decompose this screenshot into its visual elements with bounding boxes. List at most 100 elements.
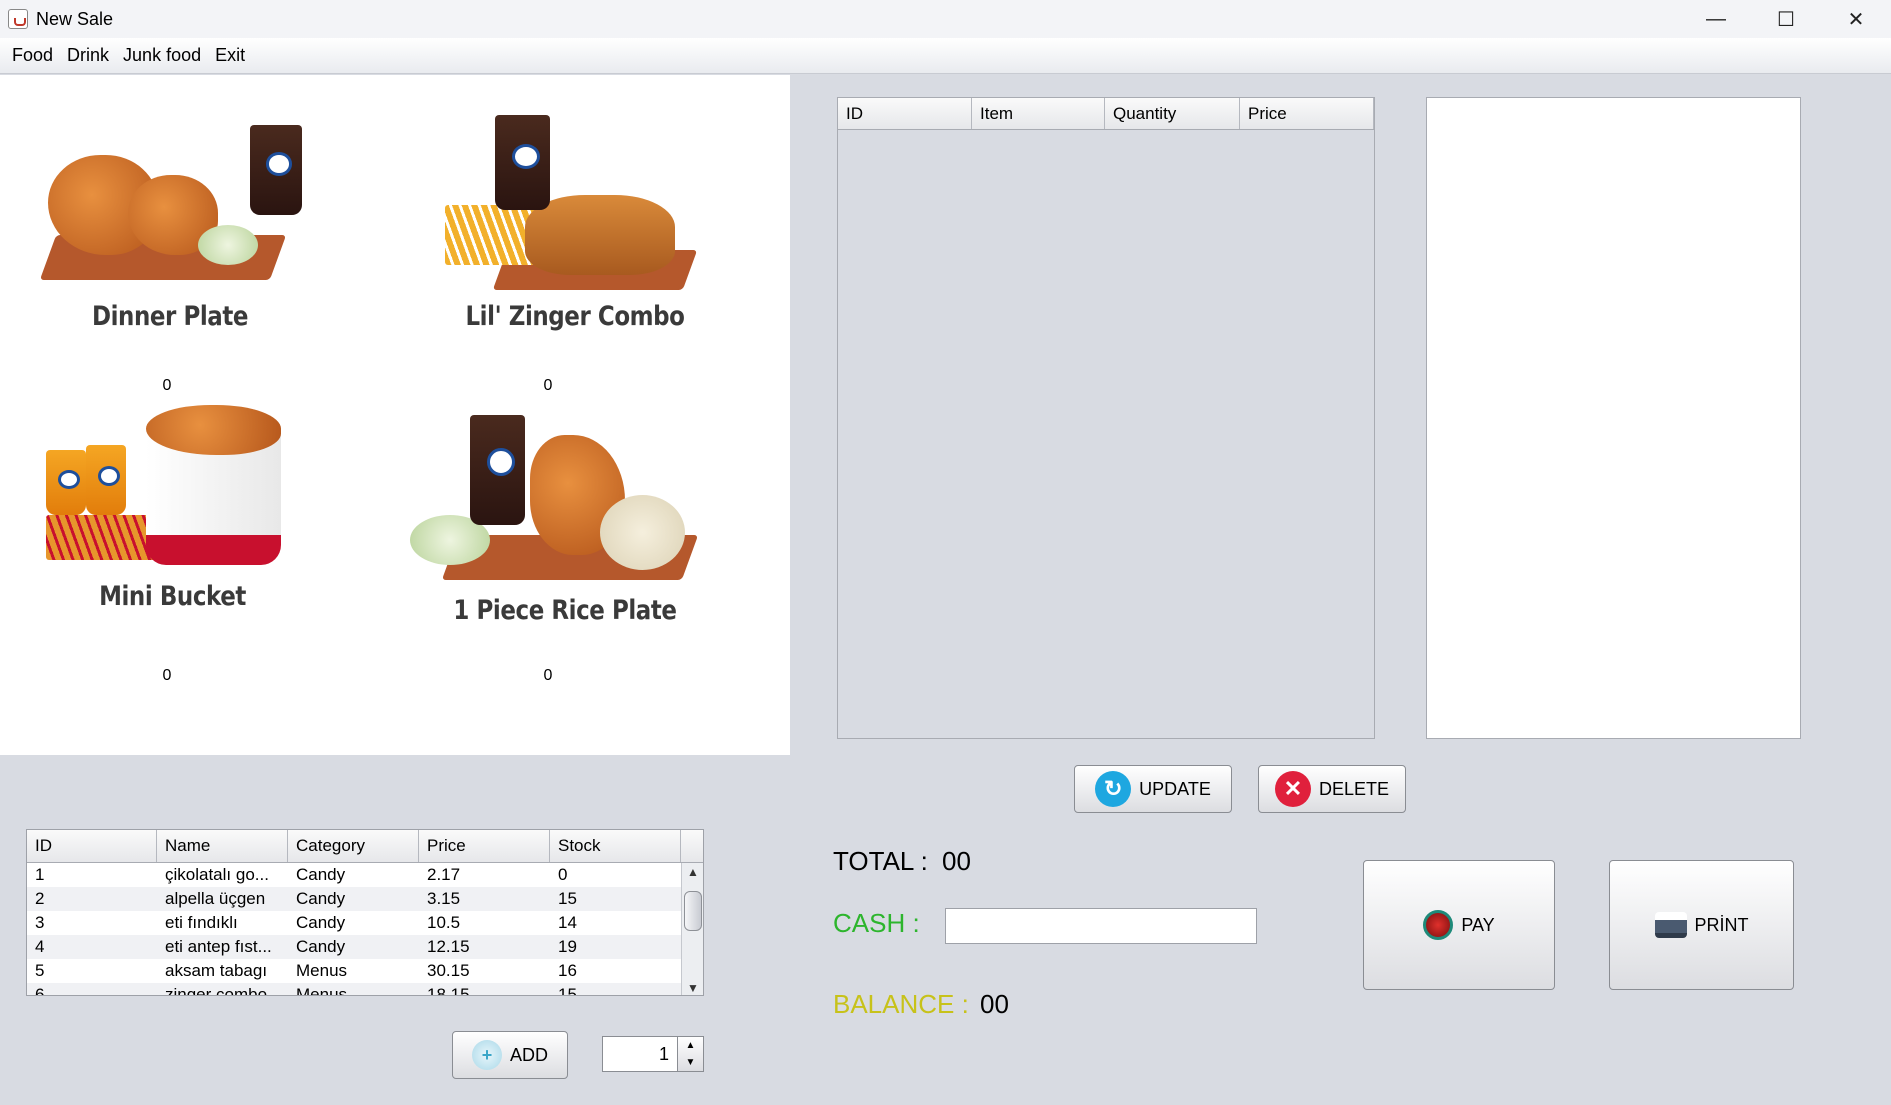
minimize-icon[interactable]: — <box>1681 0 1751 38</box>
update-button[interactable]: ↻ UPDATE <box>1074 765 1232 813</box>
plus-icon: + <box>471 1040 502 1070</box>
spinner-down-icon[interactable]: ▼ <box>678 1054 703 1071</box>
column-header-price[interactable]: Price <box>419 830 550 862</box>
cell-category: Candy <box>296 865 346 884</box>
cell-category: Menus <box>296 961 348 980</box>
balance-value: 00 <box>980 989 1009 1019</box>
cell-stock: 15 <box>558 889 577 908</box>
table-row[interactable]: 1 çikolatalı go... Candy 2.17 0 <box>27 863 703 887</box>
cell-price: 3.15 <box>427 889 461 908</box>
order-table-header: ID Item Quantity Price <box>838 98 1374 130</box>
product-name: Mini Bucket <box>99 581 246 612</box>
product-table-body: 1 çikolatalı go... Candy 2.17 0 2 alpell… <box>27 863 703 996</box>
table-row[interactable]: 4 eti antep fıst... Candy 12.15 19 <box>27 935 703 959</box>
table-row[interactable]: 6 zinger combo Menus 18.15 15 <box>27 983 703 996</box>
cell-id: 2 <box>35 889 45 908</box>
product-dinner-plate[interactable]: Dinner Plate <box>0 115 360 332</box>
cell-id: 1 <box>35 865 45 884</box>
table-row[interactable]: 3 eti fındıklı Candy 10.5 14 <box>27 911 703 935</box>
title-bar: New Sale — ☐ ✕ <box>0 0 1891 38</box>
total-value: 00 <box>942 846 971 876</box>
product-list-table[interactable]: ID Name Category Price Stock 1 çikolatal… <box>26 829 704 996</box>
receipt-text-area[interactable] <box>1426 97 1801 739</box>
cell-name: çikolatalı go... <box>165 865 269 884</box>
column-header-id[interactable]: ID <box>27 830 157 862</box>
cell-price: 12.15 <box>427 937 470 956</box>
total-label: TOTAL : <box>833 846 928 876</box>
cell-price: 2.17 <box>427 865 461 884</box>
cell-price: 18.15 <box>427 985 470 996</box>
print-button[interactable]: PRİNT <box>1609 860 1794 990</box>
window-controls: — ☐ ✕ <box>1681 0 1891 38</box>
menu-bar: Food Drink Junk food Exit <box>0 38 1891 74</box>
delete-button[interactable]: ✕ DELETE <box>1258 765 1406 813</box>
scroll-up-icon[interactable]: ▲ <box>687 865 699 879</box>
delete-label: DELETE <box>1318 778 1390 799</box>
cell-id: 5 <box>35 961 45 980</box>
spinner-up-icon[interactable]: ▲ <box>678 1037 703 1054</box>
column-header-price[interactable]: Price <box>1240 98 1374 129</box>
cash-input[interactable] <box>945 908 1257 944</box>
dinner-plate-image[interactable] <box>28 115 308 295</box>
balance-label: BALANCE : <box>833 989 969 1019</box>
cell-name: alpella üçgen <box>165 889 266 908</box>
product-1-piece-rice-plate[interactable]: 1 Piece Rice Plate <box>390 415 750 626</box>
column-header-quantity[interactable]: Quantity <box>1105 98 1240 129</box>
vertical-scrollbar[interactable]: ▲ ▼ <box>681 863 703 995</box>
printer-icon <box>1654 912 1687 938</box>
cell-id: 3 <box>35 913 45 932</box>
product-name: 1 Piece Rice Plate <box>453 595 677 626</box>
scroll-down-icon[interactable]: ▼ <box>687 981 699 995</box>
cell-id: 6 <box>35 985 45 996</box>
column-header-item[interactable]: Item <box>972 98 1105 129</box>
menu-exit[interactable]: Exit <box>215 45 253 66</box>
cell-price: 10.5 <box>427 913 461 932</box>
cell-stock: 14 <box>558 913 577 932</box>
product-count: 0 <box>162 667 172 684</box>
lil-zinger-combo-image[interactable] <box>440 115 720 295</box>
print-label: PRİNT <box>1694 914 1749 935</box>
cell-stock: 16 <box>558 961 577 980</box>
column-header-id[interactable]: ID <box>838 98 972 129</box>
cash-register-icon <box>1423 910 1454 940</box>
delete-x-icon: ✕ <box>1274 771 1311 807</box>
refresh-icon: ↻ <box>1095 771 1132 807</box>
menu-drink[interactable]: Drink <box>67 45 117 66</box>
menu-junk-food[interactable]: Junk food <box>123 45 209 66</box>
cell-category: Menus <box>296 985 348 996</box>
product-panel: Dinner Plate 0 Lil' Zinger Combo 0 Mini … <box>0 75 790 755</box>
close-icon[interactable]: ✕ <box>1821 0 1891 38</box>
column-header-name[interactable]: Name <box>157 830 288 862</box>
pay-button[interactable]: PAY <box>1363 860 1555 990</box>
cell-name: aksam tabagı <box>165 961 268 980</box>
product-count: 0 <box>543 667 553 684</box>
quantity-spinner[interactable]: 1 ▲ ▼ <box>602 1036 704 1072</box>
scrollbar-thumb[interactable] <box>684 891 702 931</box>
cell-category: Candy <box>296 889 346 908</box>
product-lil-zinger-combo[interactable]: Lil' Zinger Combo <box>390 115 750 332</box>
product-count: 0 <box>162 377 172 394</box>
product-table-header: ID Name Category Price Stock <box>27 830 703 863</box>
java-app-icon <box>8 9 28 29</box>
quantity-value: 1 <box>658 1044 669 1064</box>
mini-bucket-image[interactable] <box>46 405 326 575</box>
spinner-arrows: ▲ ▼ <box>677 1037 703 1071</box>
cell-name: zinger combo <box>165 985 268 996</box>
order-table[interactable]: ID Item Quantity Price <box>837 97 1375 739</box>
product-name: Lil' Zinger Combo <box>465 301 685 332</box>
add-button[interactable]: + ADD <box>452 1031 568 1079</box>
cell-stock: 19 <box>558 937 577 956</box>
column-header-stock[interactable]: Stock <box>550 830 681 862</box>
cell-id: 4 <box>35 937 45 956</box>
cell-stock: 15 <box>558 985 577 996</box>
cell-name: eti fındıklı <box>165 913 238 932</box>
cell-name: eti antep fıst... <box>165 937 272 956</box>
table-row[interactable]: 2 alpella üçgen Candy 3.15 15 <box>27 887 703 911</box>
pay-label: PAY <box>1461 914 1495 935</box>
product-mini-bucket[interactable]: Mini Bucket <box>0 405 360 612</box>
menu-food[interactable]: Food <box>12 45 61 66</box>
table-row[interactable]: 5 aksam tabagı Menus 30.15 16 <box>27 959 703 983</box>
maximize-icon[interactable]: ☐ <box>1751 0 1821 38</box>
rice-plate-image[interactable] <box>410 415 699 585</box>
column-header-category[interactable]: Category <box>288 830 419 862</box>
